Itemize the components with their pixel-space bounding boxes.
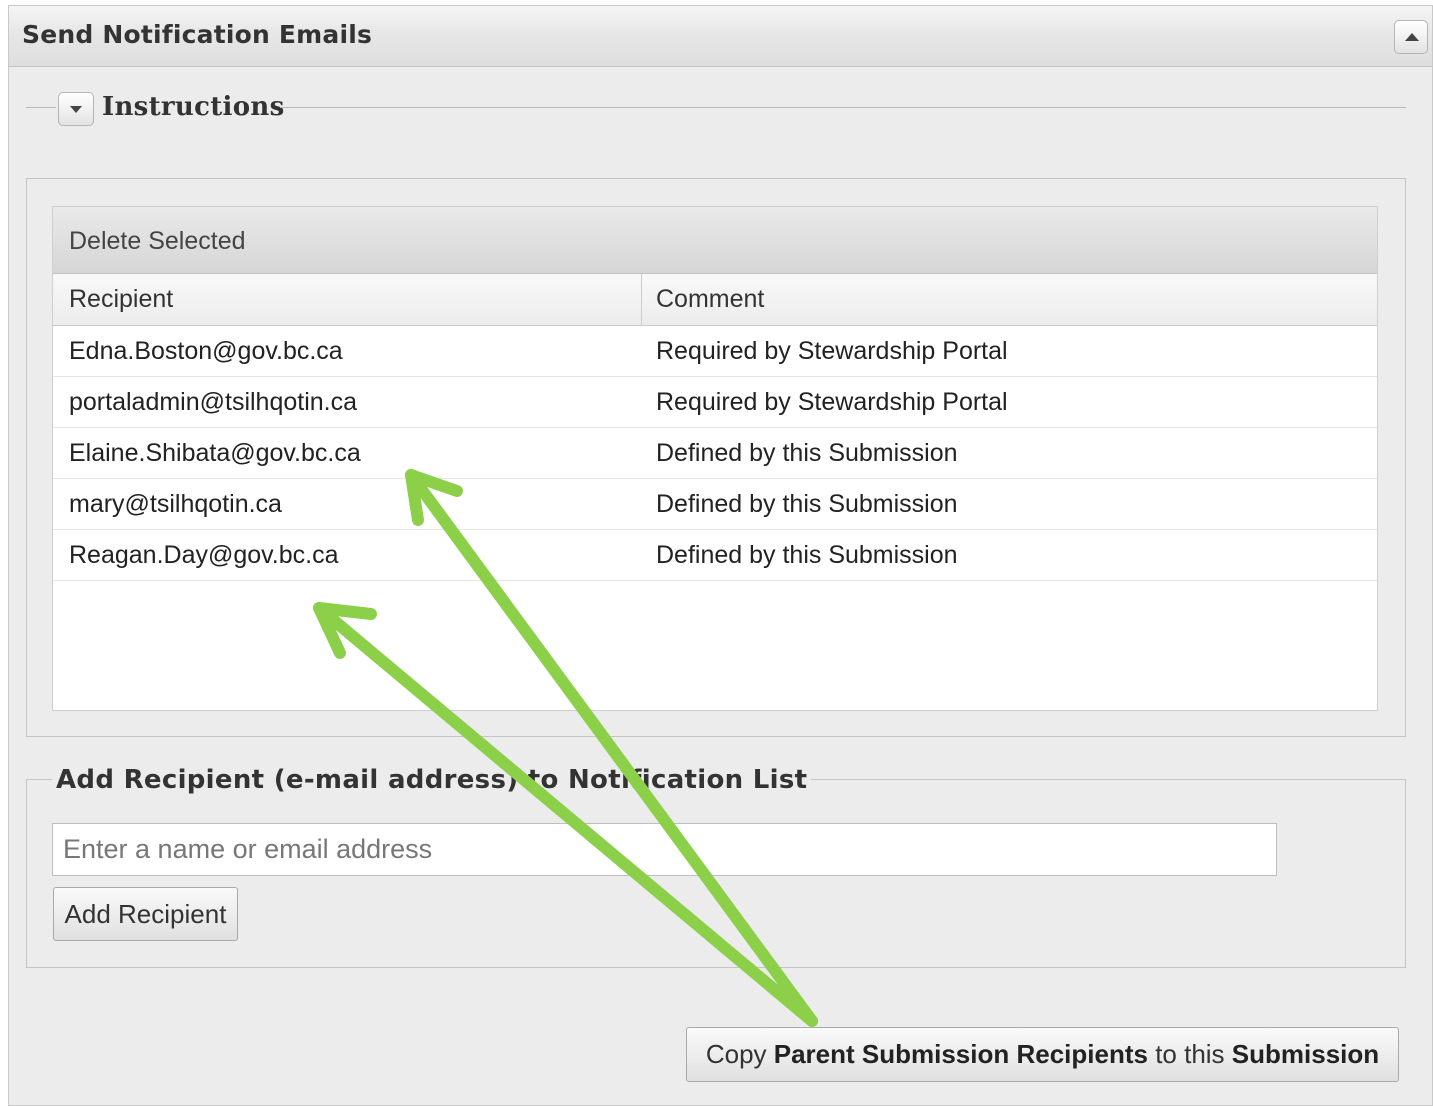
- delete-selected-button[interactable]: Delete Selected: [69, 227, 246, 256]
- chevron-down-icon: [70, 106, 82, 113]
- table-row[interactable]: Elaine.Shibata@gov.bc.ca Defined by this…: [53, 428, 1377, 479]
- recipient-cell: Reagan.Day@gov.bc.ca: [69, 541, 339, 569]
- copy-button-text-4: Submission: [1231, 1039, 1380, 1069]
- add-recipient-legend: Add Recipient (e-mail address) to Notifi…: [52, 765, 812, 795]
- comment-cell: Defined by this Submission: [656, 541, 958, 569]
- grid-toolbar: Delete Selected: [53, 207, 1377, 274]
- copy-button-text-1: Copy: [705, 1039, 774, 1069]
- table-row[interactable]: mary@tsilhqotin.ca Defined by this Submi…: [53, 479, 1377, 530]
- grid-column-header: Recipient Comment: [53, 274, 1377, 326]
- panel-header: Send Notification Emails: [9, 6, 1432, 67]
- recipient-search-input[interactable]: [52, 823, 1277, 876]
- instructions-divider-right: [280, 107, 1406, 108]
- chevron-up-icon: [1405, 33, 1419, 41]
- add-recipient-button[interactable]: Add Recipient: [53, 887, 238, 941]
- comment-cell: Required by Stewardship Portal: [656, 337, 1008, 365]
- recipients-grid: Delete Selected Recipient Comment Edna.B…: [52, 206, 1378, 711]
- comment-cell: Defined by this Submission: [656, 490, 958, 518]
- column-header-comment[interactable]: Comment: [642, 274, 1378, 325]
- comment-cell: Required by Stewardship Portal: [656, 388, 1008, 416]
- recipient-cell: mary@tsilhqotin.ca: [69, 490, 282, 518]
- table-row[interactable]: Edna.Boston@gov.bc.ca Required by Stewar…: [53, 326, 1377, 377]
- column-header-recipient[interactable]: Recipient: [53, 274, 642, 325]
- recipient-cell: Elaine.Shibata@gov.bc.ca: [69, 439, 361, 467]
- collapse-panel-button[interactable]: [1394, 20, 1428, 54]
- table-row[interactable]: Reagan.Day@gov.bc.ca Defined by this Sub…: [53, 530, 1377, 581]
- table-row[interactable]: portaladmin@tsilhqotin.ca Required by St…: [53, 377, 1377, 428]
- instructions-toggle-button[interactable]: [58, 92, 94, 126]
- copy-parent-recipients-button[interactable]: Copy Parent Submission Recipients to thi…: [686, 1027, 1399, 1082]
- grid-rows: Edna.Boston@gov.bc.ca Required by Stewar…: [53, 326, 1377, 581]
- panel-title: Send Notification Emails: [22, 20, 373, 49]
- recipient-cell: portaladmin@tsilhqotin.ca: [69, 388, 358, 416]
- comment-cell: Defined by this Submission: [656, 439, 958, 467]
- copy-button-text-3: to this: [1147, 1039, 1232, 1069]
- copy-button-text-2: Parent Submission Recipients: [773, 1039, 1148, 1069]
- recipient-cell: Edna.Boston@gov.bc.ca: [69, 337, 343, 365]
- instructions-label: Instructions: [102, 92, 285, 122]
- instructions-divider-left: [26, 107, 56, 108]
